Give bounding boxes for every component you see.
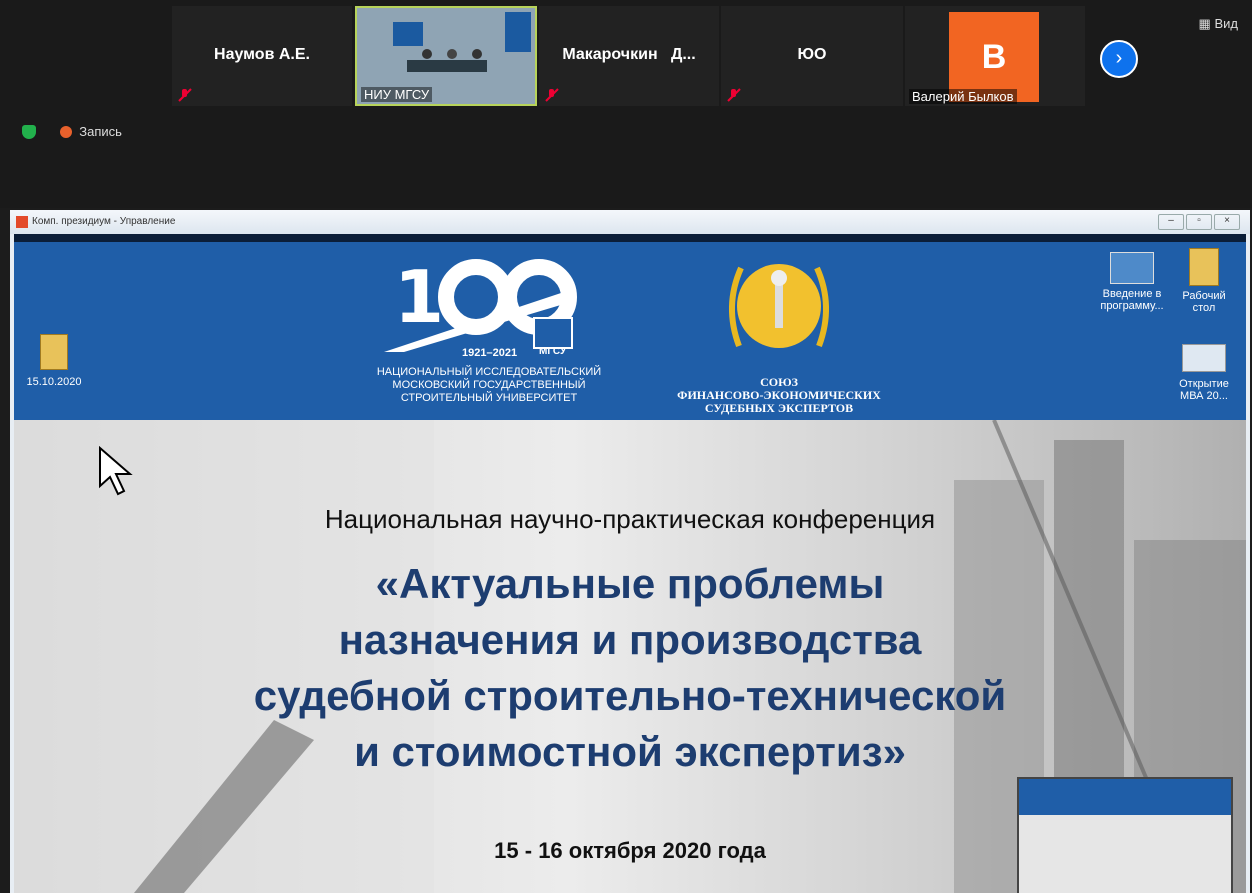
participant-tile[interactable]: Наумов А.Е. (172, 6, 352, 106)
maximize-button[interactable]: ▫ (1186, 214, 1212, 230)
status-row: Запись (22, 123, 122, 139)
self-view-thumbnail[interactable] (1017, 777, 1233, 893)
participant-tile[interactable]: Макарочкин Д... (539, 6, 719, 106)
thumbnail-slide (1019, 815, 1231, 893)
participant-name: Макарочкин Д... (562, 46, 696, 63)
slide-banner: 1 1921–2021 МГСУ НАЦИОНАЛЬНЫЙ ИССЛЕДОВАТ… (14, 242, 1246, 420)
record-icon (59, 125, 72, 138)
mouse-cursor (99, 446, 133, 496)
union-line3: СУДЕБНЫХ ЭКСПЕРТОВ (704, 401, 854, 415)
logo-years: 1921–2021 (462, 347, 518, 359)
chevron-right-icon: › (1115, 47, 1123, 69)
record-label: Запись (79, 124, 122, 140)
org-name-line3: СТРОИТЕЛЬНЫЙ УНИВЕРСИТЕТ (400, 392, 578, 404)
record-indicator[interactable]: Запись (59, 123, 122, 140)
close-button[interactable]: × (1214, 214, 1240, 230)
desktop-icon-label: Рабочий стол (1182, 290, 1226, 314)
slide-subtitle: Национальная научно-практическая конфере… (324, 504, 936, 534)
logo-badge: МГСУ (539, 346, 567, 357)
participant-tile[interactable]: ЮО (721, 6, 903, 106)
desktop-icon-intro[interactable]: Введение в программу... (1092, 252, 1172, 312)
folder-icon (1189, 248, 1219, 286)
muted-mic-icon (178, 88, 192, 102)
shared-window: Комп. президиум - Управление – ▫ × 1 192… (10, 210, 1250, 893)
desktop-icon-opening[interactable]: Открытие МВА 20... (1172, 344, 1236, 402)
participant-strip: Наумов А.Е. НИУ МГСУ Макарочкин Д... ЮО … (0, 0, 1252, 208)
participant-name: Валерий Былков (909, 89, 1017, 104)
union-emblem (729, 264, 829, 348)
desktop-icon-folder-date[interactable]: 15.10.2020 (24, 334, 84, 388)
folder-icon (40, 334, 68, 370)
grid-icon: ▦ (1198, 16, 1211, 31)
window-title: Комп. президиум - Управление (32, 216, 176, 227)
desktop-icon-desktop[interactable]: Рабочий стол (1172, 248, 1236, 314)
muted-mic-icon (545, 88, 559, 102)
slide-title-line1: «Актуальные проблемы (375, 560, 885, 607)
view-button[interactable]: ▦ Вид (1199, 16, 1238, 32)
document-icon (1110, 252, 1154, 284)
muted-mic-icon (727, 88, 741, 102)
org-name-line2: МОСКОВСКИЙ ГОСУДАРСТВЕННЫЙ (392, 379, 586, 391)
slide-title-line2: назначения и производства (338, 616, 922, 663)
org-name-line1: НАЦИОНАЛЬНЫЙ ИССЛЕДОВАТЕЛЬСКИЙ (376, 366, 602, 378)
desktop-icon-label: Введение в программу... (1100, 288, 1164, 312)
document-icon (1182, 344, 1226, 372)
view-label: Вид (1214, 16, 1238, 31)
window-titlebar: Комп. президиум - Управление – ▫ × (10, 210, 1250, 234)
minimize-button[interactable]: – (1158, 214, 1184, 230)
participant-name: ЮО (797, 46, 827, 63)
participant-tile[interactable]: B Валерий Былков (905, 6, 1085, 106)
slide-top-strip (14, 234, 1246, 242)
participant-name: Наумов А.Е. (214, 46, 310, 63)
remote-desktop: 1 1921–2021 МГСУ НАЦИОНАЛЬНЫЙ ИССЛЕДОВАТ… (14, 234, 1246, 893)
desktop-icon-label: Открытие МВА 20... (1179, 378, 1229, 402)
desktop-icon-label: 15.10.2020 (26, 376, 82, 388)
shield-icon (22, 124, 36, 139)
participant-name: НИУ МГСУ (361, 87, 433, 102)
next-page-button[interactable]: › (1100, 40, 1138, 78)
slide-title-line3: судебной строительно-технической (253, 672, 1007, 719)
participant-video-tile[interactable]: НИУ МГСУ (355, 6, 537, 106)
app-icon (16, 216, 28, 228)
slide-title-line4: и стоимостной экспертиз» (354, 728, 906, 775)
svg-text:1: 1 (394, 255, 444, 339)
